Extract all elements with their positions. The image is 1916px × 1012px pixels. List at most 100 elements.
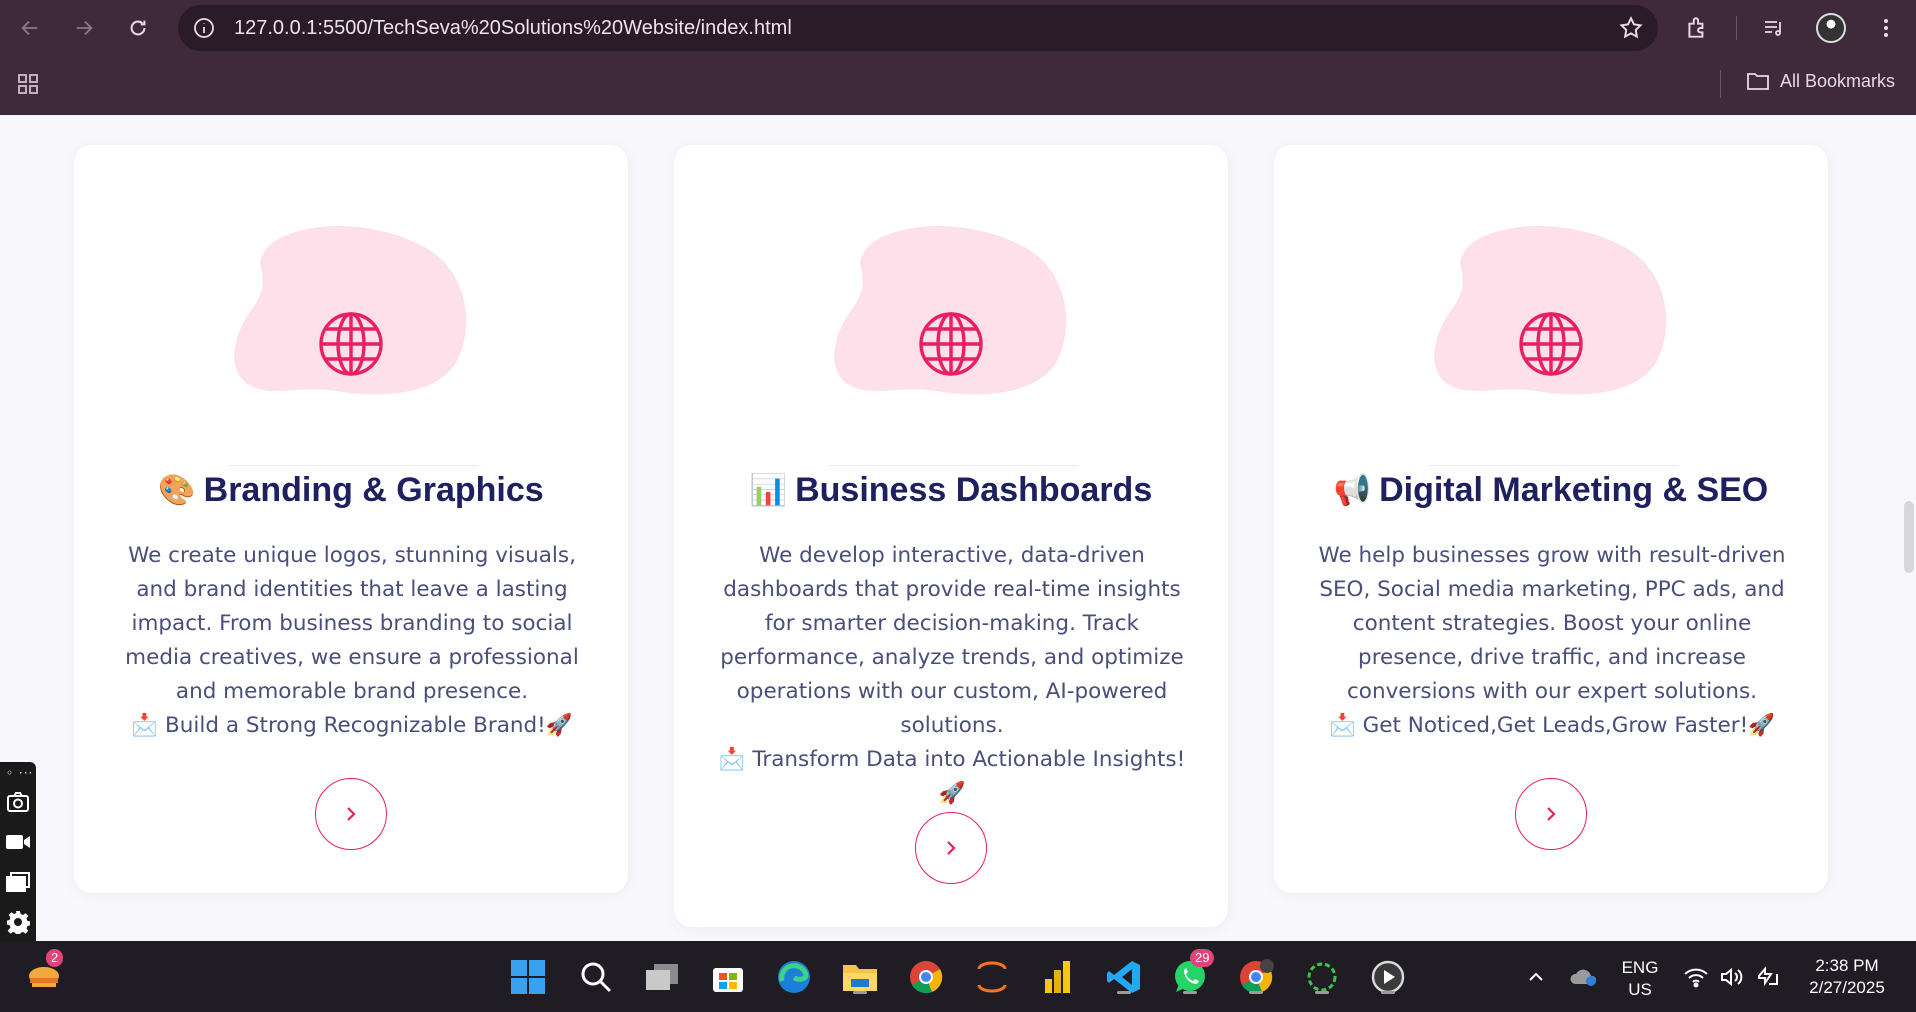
tray-chevron-up-icon[interactable]: [1516, 957, 1556, 997]
card-cta: 📩 Get Noticed,Get Leads,Grow Faster!🚀: [1314, 709, 1790, 743]
chrome-profile-icon[interactable]: [1236, 957, 1276, 997]
card-divider: [228, 465, 478, 466]
vscode-icon[interactable]: [1104, 957, 1144, 997]
whatsapp-badge: 29: [1190, 949, 1215, 967]
running-indicator: [1117, 991, 1131, 994]
onedrive-icon[interactable]: [1564, 957, 1604, 997]
volume-icon[interactable]: [1712, 957, 1752, 997]
chevron-right-icon: [347, 807, 356, 821]
microsoft-store-icon[interactable]: [708, 957, 748, 997]
running-indicator: [1315, 991, 1329, 994]
rocket-emoji: 🚀: [938, 781, 966, 806]
globe-icon: [1519, 312, 1583, 376]
browser-toolbar: 127.0.0.1:5500/TechSeva%20Solutions%20We…: [0, 0, 1916, 56]
card-arrow-button[interactable]: [915, 812, 987, 884]
card-description-text: We develop interactive, data-driven dash…: [720, 543, 1184, 738]
card-cta-text: Build a Strong Recognizable Brand!: [165, 713, 546, 738]
all-bookmarks-button[interactable]: All Bookmarks: [1746, 70, 1895, 92]
bookmark-star-icon[interactable]: [1618, 15, 1644, 41]
service-card-branding: 🎨 Branding & Graphics We create unique l…: [74, 145, 628, 893]
card-divider: [828, 465, 1078, 466]
language-text: ENG: [1621, 958, 1659, 977]
apps-grid-icon[interactable]: [16, 72, 40, 96]
start-windows-icon[interactable]: [508, 957, 548, 997]
card-title: 📊 Business Dashboards: [674, 471, 1228, 510]
envelope-emoji: 📩: [131, 713, 159, 738]
wifi-icon[interactable]: [1676, 957, 1716, 997]
profile-avatar[interactable]: [1816, 13, 1846, 43]
whatsapp-icon[interactable]: 29: [1170, 949, 1215, 997]
megaphone-emoji: 📢: [1333, 474, 1372, 507]
back-button[interactable]: [12, 10, 48, 46]
card-title: 🎨 Branding & Graphics: [74, 471, 628, 510]
reload-button[interactable]: [120, 10, 156, 46]
media-player-icon[interactable]: [1368, 957, 1408, 997]
card-description-text: We help businesses grow with result-driv…: [1318, 543, 1786, 704]
browser-chrome: 127.0.0.1:5500/TechSeva%20Solutions%20We…: [0, 0, 1916, 115]
card-description: We create unique logos, stunning visuals…: [114, 539, 590, 743]
running-indicator: [1381, 991, 1395, 994]
date-text: 2/27/2025: [1809, 978, 1885, 997]
battery-charging-icon[interactable]: [1748, 957, 1788, 997]
toolbar-grip-icon[interactable]: ◦ ···: [6, 767, 33, 779]
card-cta-text: Transform Data into Actionable Insights!: [752, 747, 1186, 772]
extensions-icon[interactable]: [1683, 14, 1711, 42]
rocket-emoji: 🚀: [545, 713, 573, 738]
menu-kebab-icon[interactable]: [1872, 14, 1900, 42]
file-explorer-icon[interactable]: [840, 957, 880, 997]
running-indicator: [853, 991, 867, 994]
card-divider: [1428, 465, 1678, 466]
arrow-right-icon: [76, 20, 93, 36]
globe-icon: [919, 312, 983, 376]
folder-icon: [1747, 73, 1769, 90]
url-text[interactable]: 127.0.0.1:5500/TechSeva%20Solutions%20We…: [234, 17, 792, 40]
clock[interactable]: 2:38 PM 2/27/2025: [1800, 955, 1894, 999]
camera-icon[interactable]: [4, 788, 32, 816]
region-text: US: [1628, 980, 1652, 999]
page-viewport: 🎨 Branding & Graphics We create unique l…: [0, 115, 1916, 941]
windows-icon[interactable]: [4, 868, 32, 896]
forward-button[interactable]: [66, 10, 102, 46]
card-title-text: Branding & Graphics: [203, 471, 544, 509]
envelope-emoji: 📩: [718, 747, 746, 772]
media-controls-icon[interactable]: [1760, 14, 1788, 42]
rocket-emoji: 🚀: [1748, 713, 1776, 738]
chevron-right-icon: [1547, 807, 1556, 821]
card-arrow-button[interactable]: [1515, 778, 1587, 850]
bar-chart-emoji: 📊: [749, 474, 788, 507]
settings-gear-icon[interactable]: [4, 908, 32, 936]
info-icon[interactable]: [192, 16, 216, 40]
card-cta: 📩 Transform Data into Actionable Insight…: [714, 743, 1190, 811]
bookmarks-separator: [1720, 70, 1721, 98]
card-arrow-button[interactable]: [315, 778, 387, 850]
card-description-text: We create unique logos, stunning visuals…: [125, 543, 579, 704]
card-title-text: Business Dashboards: [795, 471, 1153, 509]
loading-app-icon[interactable]: [1302, 957, 1342, 997]
capture-toolbar: ◦ ···: [0, 762, 36, 941]
running-indicator: [1183, 991, 1197, 994]
jupyter-icon[interactable]: [972, 957, 1012, 997]
search-icon[interactable]: [576, 957, 616, 997]
windows-taskbar: 2 29 ENG US 2:38 PM 2/27/2025: [0, 941, 1916, 1012]
video-camera-icon[interactable]: [4, 828, 32, 856]
weather-widget-icon[interactable]: 2: [24, 949, 64, 997]
page-scrollbar[interactable]: [1902, 115, 1916, 941]
envelope-emoji: 📩: [1328, 713, 1356, 738]
task-view-icon[interactable]: [642, 957, 682, 997]
globe-icon: [319, 312, 383, 376]
address-bar[interactable]: 127.0.0.1:5500/TechSeva%20Solutions%20We…: [178, 5, 1658, 51]
service-card-marketing: 📢 Digital Marketing & SEO We help busine…: [1274, 145, 1828, 893]
toolbar-separator: [1736, 16, 1737, 40]
power-bi-icon[interactable]: [1038, 957, 1078, 997]
language-indicator[interactable]: ENG US: [1620, 957, 1660, 1001]
chrome-icon[interactable]: [906, 957, 946, 997]
weather-badge: 2: [46, 949, 64, 967]
card-description: We help businesses grow with result-driv…: [1314, 539, 1790, 743]
service-card-dashboards: 📊 Business Dashboards We develop interac…: [674, 145, 1228, 927]
scrollbar-thumb[interactable]: [1904, 501, 1914, 573]
all-bookmarks-label: All Bookmarks: [1780, 70, 1896, 91]
arrow-left-icon: [21, 20, 38, 36]
palette-emoji: 🎨: [158, 474, 196, 507]
running-indicator: [1249, 991, 1263, 994]
edge-browser-icon[interactable]: [774, 957, 814, 997]
